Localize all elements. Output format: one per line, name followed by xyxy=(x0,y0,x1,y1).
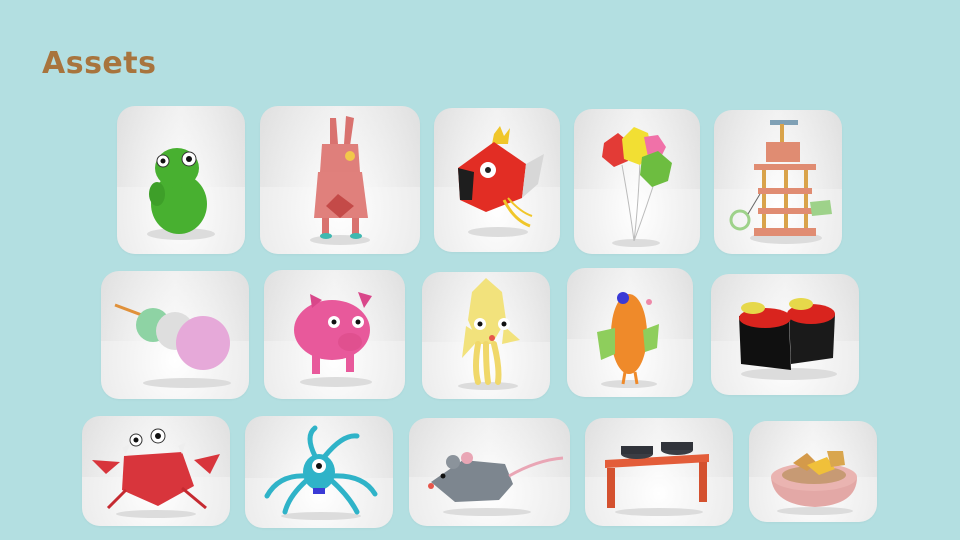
asset-card-yellow-squid[interactable] xyxy=(422,272,550,399)
orange-bird-icon xyxy=(597,292,659,388)
green-creature-icon xyxy=(147,148,215,240)
asset-card-orange-bird[interactable] xyxy=(567,268,693,397)
asset-card-green-creature[interactable] xyxy=(117,106,245,254)
pet-bowl-stand-icon xyxy=(605,442,709,516)
asset-card-cat-tower[interactable] xyxy=(714,110,842,254)
cat-tower-icon xyxy=(729,120,832,244)
red-crab-icon xyxy=(92,428,220,518)
asset-card-pet-food-bowl[interactable] xyxy=(749,421,877,522)
page-title: Assets xyxy=(42,46,157,81)
asset-card-sushi[interactable] xyxy=(711,274,859,395)
asset-card-dango-skewer[interactable] xyxy=(101,271,249,399)
pink-bunny-icon xyxy=(310,116,370,245)
asset-card-gray-mouse[interactable] xyxy=(409,418,570,526)
asset-card-red-fish[interactable] xyxy=(434,108,560,252)
dango-skewer-icon xyxy=(114,303,231,388)
asset-card-teal-octopus[interactable] xyxy=(245,416,393,528)
gray-mouse-icon xyxy=(428,452,564,516)
asset-card-balloons[interactable] xyxy=(574,109,700,254)
asset-card-pet-bowl-stand[interactable] xyxy=(585,418,733,526)
sushi-icon xyxy=(739,298,837,380)
asset-card-pink-pig[interactable] xyxy=(264,270,405,399)
balloons-icon xyxy=(602,127,672,247)
yellow-squid-icon xyxy=(458,278,520,390)
pet-food-bowl-icon xyxy=(771,451,857,515)
red-fish-icon xyxy=(458,126,544,237)
asset-card-pink-bunny[interactable] xyxy=(260,106,420,254)
asset-card-red-crab[interactable] xyxy=(82,416,230,526)
teal-octopus-icon xyxy=(264,425,378,520)
pink-pig-icon xyxy=(294,292,372,387)
